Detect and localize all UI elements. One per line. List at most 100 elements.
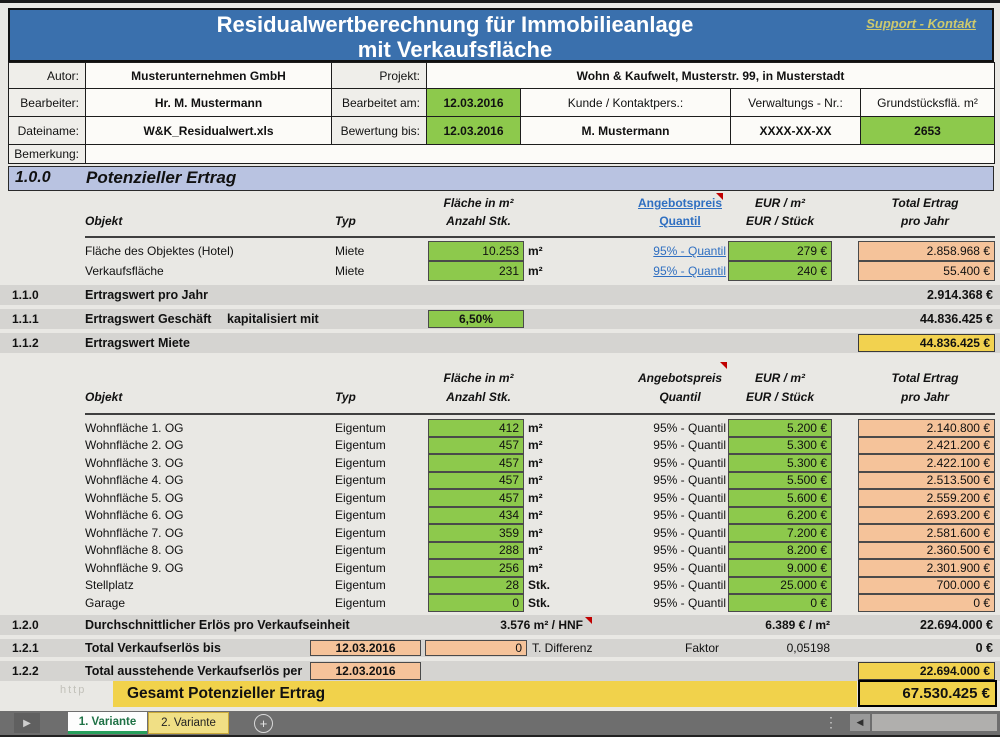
table-row: Wohnfläche 8. OG Eigentum 288 m² 95% - Q… <box>0 542 1000 560</box>
einheit-cell: m² <box>528 524 543 542</box>
flaeche-input[interactable]: 457 <box>428 472 524 490</box>
grundstueck-flaeche-input[interactable]: 2653 <box>860 116 995 145</box>
support-contact-link[interactable]: Support - Kontakt <box>866 16 976 31</box>
autor-label: Autor: <box>8 62 86 89</box>
preis-input[interactable]: 5.300 € <box>728 454 832 472</box>
row-label: Ertragswert Miete <box>85 333 190 353</box>
flaeche-input[interactable]: 231 <box>428 261 524 281</box>
verkaufserloes-datum-input[interactable]: 12.03.2016 <box>310 640 421 656</box>
typ-cell: Eigentum <box>335 454 386 472</box>
summary-row-1-1-2: 1.1.2 Ertragswert Miete 44.836.425 € <box>0 333 1000 353</box>
table-row: Stellplatz Eigentum 28 Stk. 95% - Quanti… <box>0 577 1000 595</box>
tab-variante-2[interactable]: 2. Variante <box>148 712 229 734</box>
overflow-dots-icon[interactable]: ⋮ <box>824 714 838 731</box>
total-cell: 2.301.900 € <box>858 559 995 577</box>
flaeche-input[interactable]: 457 <box>428 437 524 455</box>
einheit-cell: m² <box>528 454 543 472</box>
total-cell: 0 € <box>858 594 995 612</box>
flaeche-input[interactable]: 288 <box>428 542 524 560</box>
quantil-link[interactable]: 95% - Quantil <box>590 261 726 281</box>
objekt-cell: Wohnfläche 2. OG <box>85 437 184 455</box>
col-flaeche-l1: Fläche in m² <box>406 196 551 210</box>
quantil-cell: 95% - Quantil <box>590 577 726 595</box>
table-row: Wohnfläche 4. OG Eigentum 457 m² 95% - Q… <box>0 472 1000 490</box>
einheit-cell: m² <box>528 489 543 507</box>
quantil-link[interactable]: 95% - Quantil <box>590 241 726 261</box>
typ-cell: Eigentum <box>335 559 386 577</box>
quantil-cell: 95% - Quantil <box>590 542 726 560</box>
total-cell: 700.000 € <box>858 577 995 595</box>
tab-variante-1[interactable]: 1. Variante <box>68 712 147 734</box>
gesamt-total-cell: 67.530.425 € <box>858 680 997 707</box>
total-cell: 2.513.500 € <box>858 472 995 490</box>
kapitalisierung-input[interactable]: 6,50% <box>428 310 524 328</box>
flaeche-input[interactable]: 457 <box>428 489 524 507</box>
flaeche-input[interactable]: 412 <box>428 419 524 437</box>
preis-input[interactable]: 8.200 € <box>728 542 832 560</box>
preis-input[interactable]: 0 € <box>728 594 832 612</box>
objekt-cell: Wohnfläche 4. OG <box>85 472 184 490</box>
flaeche-input[interactable]: 434 <box>428 507 524 525</box>
objekt-cell: Wohnfläche 7. OG <box>85 524 184 542</box>
eur-per-m2-value: 6.389 € / m² <box>700 615 830 635</box>
typ-cell: Eigentum <box>335 542 386 560</box>
einheit-cell: m² <box>528 507 543 525</box>
flaeche-input[interactable]: 457 <box>428 454 524 472</box>
preis-input[interactable]: 6.200 € <box>728 507 832 525</box>
flaeche-input[interactable]: 10.253 <box>428 241 524 261</box>
row-code: 1.2.0 <box>12 615 39 635</box>
flaeche-input[interactable]: 0 <box>428 594 524 612</box>
table1-rows: Fläche des Objektes (Hotel) Miete 10.253… <box>0 241 1000 281</box>
preis-input[interactable]: 240 € <box>728 261 832 281</box>
gesamt-banner: Gesamt Potenzieller Ertrag <box>113 681 857 707</box>
preis-input[interactable]: 5.600 € <box>728 489 832 507</box>
einheit-cell: Stk. <box>528 577 550 595</box>
total-cell: 2.140.800 € <box>858 419 995 437</box>
flaeche-input[interactable]: 256 <box>428 559 524 577</box>
dateiname-value: W&K_Residualwert.xls <box>85 116 332 145</box>
t-differenz-label: T. Differenz <box>532 639 592 657</box>
horizontal-scrollbar-thumb[interactable] <box>872 714 997 731</box>
ausstehend-total: 22.694.000 € <box>858 662 995 680</box>
flaeche-input[interactable]: 28 <box>428 577 524 595</box>
bearbeitet-am-input[interactable]: 12.03.2016 <box>426 88 521 117</box>
total-cell: 2.360.500 € <box>858 542 995 560</box>
objekt-cell: Wohnfläche 1. OG <box>85 419 184 437</box>
section-code: 1.0.0 <box>15 169 51 187</box>
typ-cell: Eigentum <box>335 419 386 437</box>
typ-cell: Eigentum <box>335 489 386 507</box>
typ-cell: Eigentum <box>335 507 386 525</box>
table2-rows: Wohnfläche 1. OG Eigentum 412 m² 95% - Q… <box>0 419 1000 612</box>
row-label: Ertragswert pro Jahr <box>85 285 208 305</box>
preis-input[interactable]: 7.200 € <box>728 524 832 542</box>
preis-input[interactable]: 25.000 € <box>728 577 832 595</box>
typ-cell: Miete <box>335 261 364 281</box>
einheit-cell: m² <box>528 472 543 490</box>
col-flaeche-l2: Anzahl Stk. <box>406 214 551 228</box>
row-label: Total ausstehende Verkaufserlös per <box>85 661 302 681</box>
preis-input[interactable]: 5.200 € <box>728 419 832 437</box>
table-row: Verkaufsfläche Miete 231 m² 95% - Quanti… <box>0 261 1000 281</box>
add-sheet-icon[interactable]: + <box>254 714 273 733</box>
comment-indicator-icon <box>585 617 592 624</box>
einheit-cell: Stk. <box>528 594 550 612</box>
preis-input[interactable]: 5.500 € <box>728 472 832 490</box>
bearbeitet-am-label: Bearbeitet am: <box>331 88 427 117</box>
verkaufserloes-betrag-input[interactable]: 0 <box>425 640 527 656</box>
preis-input[interactable]: 279 € <box>728 241 832 261</box>
comment-indicator-icon <box>720 362 727 369</box>
preis-input[interactable]: 5.300 € <box>728 437 832 455</box>
bewertung-bis-input[interactable]: 12.03.2016 <box>426 116 521 145</box>
preis-input[interactable]: 9.000 € <box>728 559 832 577</box>
sheet-nav-arrow-icon[interactable]: ▶ <box>14 713 40 733</box>
bemerkung-input[interactable] <box>85 144 995 164</box>
row-code: 1.2.1 <box>12 639 39 657</box>
summary-row-1-1-1: 1.1.1 Ertragswert Geschäft kapitalisiert… <box>0 309 1000 329</box>
comment-indicator-icon <box>716 193 723 200</box>
total-cell: 2.581.600 € <box>858 524 995 542</box>
table-row: Wohnfläche 1. OG Eigentum 412 m² 95% - Q… <box>0 419 1000 437</box>
ausstehend-datum-input[interactable]: 12.03.2016 <box>310 662 421 680</box>
scroll-left-icon[interactable]: ◀ <box>850 714 870 731</box>
flaeche-input[interactable]: 359 <box>428 524 524 542</box>
row-total: 2.914.368 € <box>927 285 993 305</box>
